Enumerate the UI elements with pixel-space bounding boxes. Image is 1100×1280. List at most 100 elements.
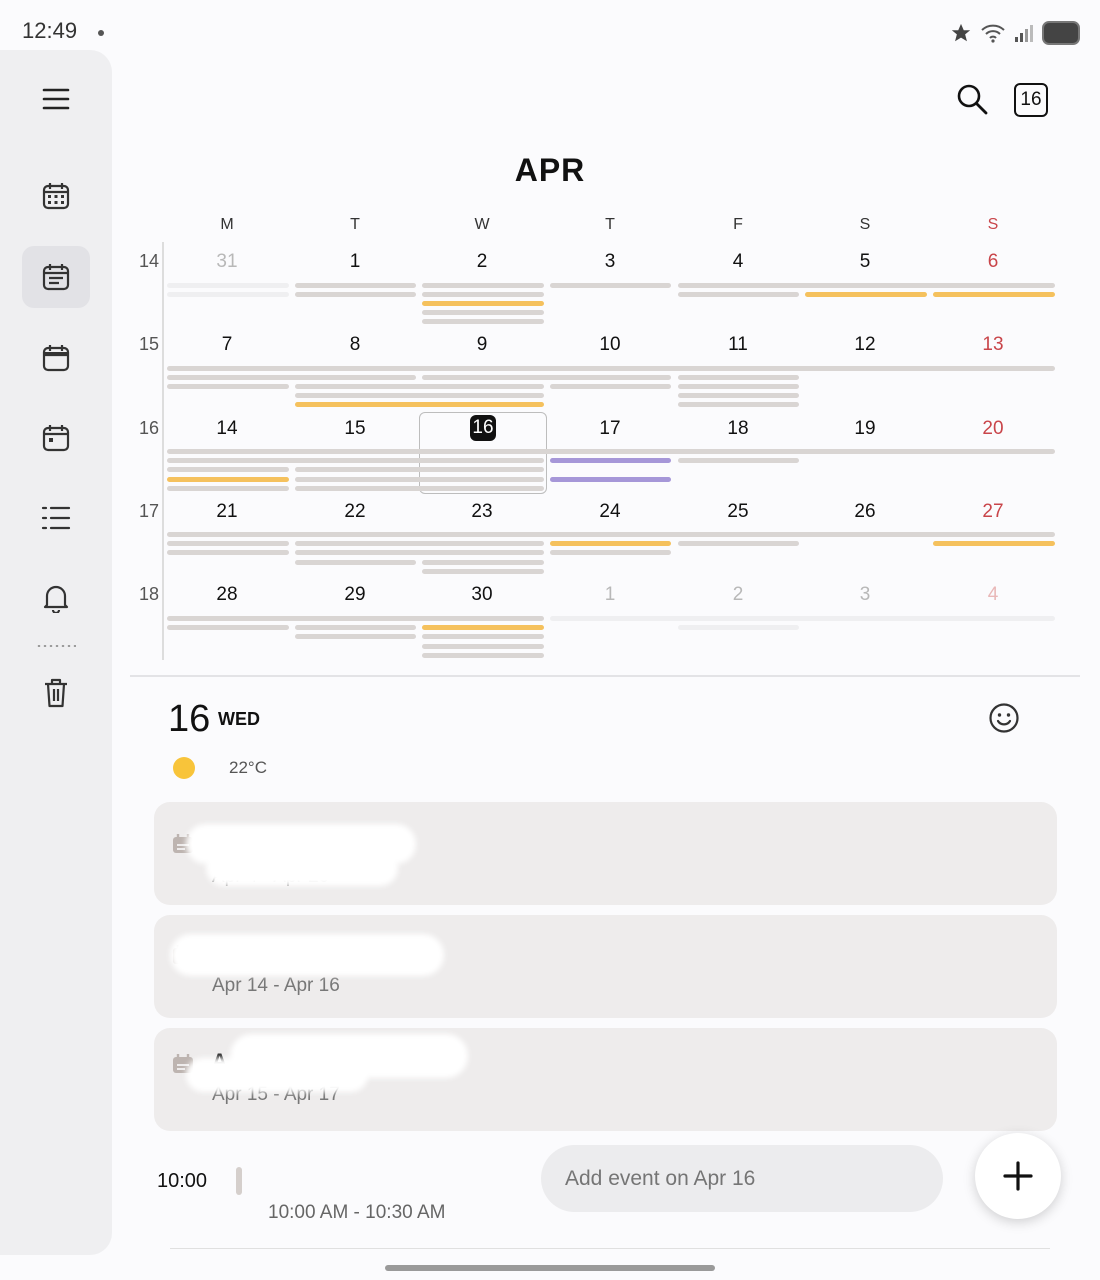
event-bar <box>295 402 544 407</box>
event-bar <box>678 402 799 407</box>
week-number-divider <box>162 242 164 660</box>
event-bar <box>422 292 544 297</box>
week-number: 18 <box>138 584 160 604</box>
weekday-label: T <box>605 216 615 233</box>
day-cell[interactable]: 4 <box>708 251 768 273</box>
event-bar <box>167 449 1055 454</box>
event-bar <box>167 616 544 621</box>
event-bar <box>167 541 289 546</box>
wifi-icon <box>981 24 1005 43</box>
star-icon <box>951 23 971 42</box>
day-cell[interactable]: 19 <box>835 418 895 440</box>
event-bar <box>295 292 416 297</box>
event-bar <box>678 393 799 398</box>
event-bar <box>550 458 671 463</box>
day-view-button[interactable] <box>22 327 90 389</box>
day-cell[interactable]: 6 <box>963 251 1023 273</box>
day-cell[interactable]: 31 <box>197 251 257 273</box>
calendar-event-icon <box>173 834 193 853</box>
agenda-view-button[interactable] <box>22 407 90 469</box>
event-bar <box>933 541 1055 546</box>
event-bar <box>678 458 799 463</box>
event-bar <box>422 634 544 639</box>
day-cell[interactable]: 21 <box>197 501 257 523</box>
day-cell[interactable]: 23 <box>452 501 512 523</box>
day-cell[interactable]: 24 <box>580 501 640 523</box>
day-cell[interactable]: 25 <box>708 501 768 523</box>
event-bar <box>295 634 416 639</box>
home-indicator[interactable] <box>385 1265 715 1271</box>
search-icon <box>957 84 988 115</box>
event-bar <box>295 625 416 630</box>
day-cell[interactable]: 4 <box>963 584 1023 606</box>
reminders-button[interactable] <box>22 567 90 629</box>
day-cell[interactable]: 28 <box>197 584 257 606</box>
weekday-label: M <box>220 216 234 233</box>
day-cell[interactable]: 15 <box>325 418 385 440</box>
week-view-button[interactable] <box>22 246 90 308</box>
day-cell[interactable]: 27 <box>963 501 1023 523</box>
day-cell[interactable]: 10 <box>580 334 640 356</box>
day-cell[interactable]: 3 <box>835 584 895 606</box>
event-bar <box>805 292 927 297</box>
event-bar <box>678 283 1055 288</box>
signal-icon <box>1015 25 1033 42</box>
day-cell[interactable]: 22 <box>325 501 385 523</box>
week-number: 16 <box>138 418 160 438</box>
rail-divider <box>36 645 76 647</box>
add-event-input[interactable] <box>541 1145 943 1212</box>
add-event-button[interactable] <box>975 1133 1061 1219</box>
weekday-label: T <box>350 216 360 233</box>
event-bar <box>167 384 289 389</box>
day-cell[interactable]: 7 <box>197 334 257 356</box>
day-cell[interactable]: 2 <box>452 251 512 273</box>
detail-day-number: 16 <box>168 698 211 740</box>
trash-button[interactable] <box>22 662 90 724</box>
event-bar <box>422 301 544 306</box>
menu-button[interactable] <box>22 68 90 130</box>
day-cell[interactable]: 11 <box>708 334 768 356</box>
today-button[interactable]: 16 <box>1014 83 1048 117</box>
event-bar <box>678 541 799 546</box>
month-title: APR <box>514 152 586 188</box>
calendar-event-icon <box>173 1054 193 1073</box>
day-cell[interactable]: 3 <box>580 251 640 273</box>
status-icons <box>950 20 1080 46</box>
event-time-range[interactable]: 10:00 AM - 10:30 AM <box>268 1202 445 1224</box>
search-button[interactable] <box>955 82 989 116</box>
day-cell[interactable]: 2 <box>708 584 768 606</box>
day-cell[interactable]: 17 <box>580 418 640 440</box>
selected-day-badge[interactable]: 16 <box>470 415 496 441</box>
event-bar <box>678 375 799 380</box>
event-bar <box>167 283 289 288</box>
weekday-label: S <box>859 216 871 233</box>
day-cell[interactable]: 13 <box>963 334 1023 356</box>
event-bar <box>295 550 544 555</box>
day-cell[interactable]: 20 <box>963 418 1023 440</box>
smiley-icon <box>989 703 1019 733</box>
event-bar <box>422 283 544 288</box>
day-cell[interactable]: 12 <box>835 334 895 356</box>
day-cell[interactable]: 14 <box>197 418 257 440</box>
notification-dot-icon <box>98 30 104 36</box>
event-dates: Apr 14 - Apr 16 <box>212 975 340 996</box>
event-bar <box>295 467 544 472</box>
day-cell[interactable]: 18 <box>708 418 768 440</box>
sticker-button[interactable] <box>988 702 1020 734</box>
sun-icon <box>173 757 195 779</box>
day-cell[interactable]: 9 <box>452 334 512 356</box>
day-cell[interactable]: 29 <box>325 584 385 606</box>
event-bar <box>550 283 671 288</box>
day-cell[interactable]: 1 <box>325 251 385 273</box>
day-cell[interactable]: 5 <box>835 251 895 273</box>
agenda-view-icon <box>42 425 70 452</box>
day-cell[interactable]: 30 <box>452 584 512 606</box>
weekday-label: F <box>733 216 743 233</box>
event-bar <box>167 458 544 463</box>
day-cell[interactable]: 8 <box>325 334 385 356</box>
week-number: 15 <box>138 334 160 354</box>
day-cell[interactable]: 26 <box>835 501 895 523</box>
list-view-button[interactable] <box>22 487 90 549</box>
detail-weekday: WED <box>218 709 260 729</box>
day-cell[interactable]: 1 <box>580 584 640 606</box>
